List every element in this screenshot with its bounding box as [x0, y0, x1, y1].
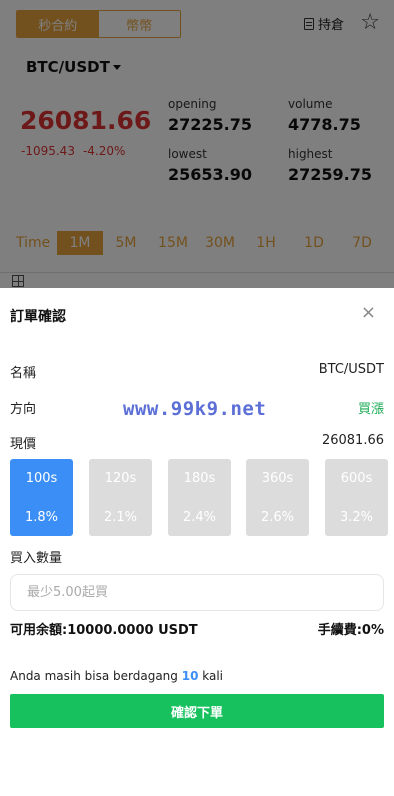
option-rate: 1.8% — [24, 510, 59, 525]
watermark: www.99k9.net — [123, 398, 267, 420]
option-rate: 2.4% — [182, 510, 217, 525]
direction-label: 方向 — [10, 402, 37, 417]
direction-value: 買漲 — [357, 402, 384, 417]
duration-option[interactable]: 120s 2.1% — [89, 459, 152, 536]
row-price: 現價 26081.66 — [10, 433, 384, 452]
sheet-title: 訂單確認 — [10, 309, 66, 325]
duration-options: 100s 1.8% 120s 2.1% 180s 2.4% 360s 2.6% … — [10, 459, 388, 536]
duration-option[interactable]: 180s 2.4% — [168, 459, 231, 536]
quantity-label: 買入數量 — [10, 551, 63, 566]
option-rate: 2.6% — [260, 510, 295, 525]
trades-suffix: kali — [198, 669, 224, 683]
trades-prefix: Anda masih bisa berdagang — [10, 669, 182, 683]
confirm-order-button[interactable]: 確認下單 — [10, 694, 384, 728]
option-rate: 2.1% — [103, 510, 138, 525]
name-value: BTC/USDT — [318, 362, 384, 377]
name-label: 名稱 — [10, 366, 37, 381]
close-icon[interactable]: × — [361, 302, 376, 324]
option-rate: 3.2% — [339, 510, 374, 525]
order-confirm-sheet: 訂單確認 × 名稱 BTC/USDT 方向 買漲 www.99k9.net 現價… — [0, 288, 394, 796]
fee-label: 手續費:0% — [317, 623, 384, 638]
option-seconds: 360s — [261, 471, 294, 486]
option-seconds: 100s — [25, 471, 58, 486]
available-balance: 可用余額:10000.0000 USDT — [10, 623, 198, 638]
option-seconds: 180s — [183, 471, 216, 486]
trades-count: 10 — [181, 669, 199, 683]
modal-overlay[interactable] — [0, 0, 394, 288]
duration-option[interactable]: 100s 1.8% — [10, 459, 73, 536]
duration-option[interactable]: 360s 2.6% — [246, 459, 309, 536]
option-seconds: 600s — [340, 471, 373, 486]
duration-option[interactable]: 600s 3.2% — [325, 459, 388, 536]
price-label: 現價 — [10, 437, 37, 452]
price-value: 26081.66 — [321, 433, 384, 448]
balance-row: 可用余額:10000.0000 USDT 手續費:0% — [10, 619, 384, 638]
trades-remaining: Anda masih bisa berdagang 10 kali — [10, 669, 223, 683]
row-name: 名稱 BTC/USDT — [10, 362, 384, 381]
option-seconds: 120s — [104, 471, 137, 486]
quantity-input[interactable] — [10, 574, 384, 611]
